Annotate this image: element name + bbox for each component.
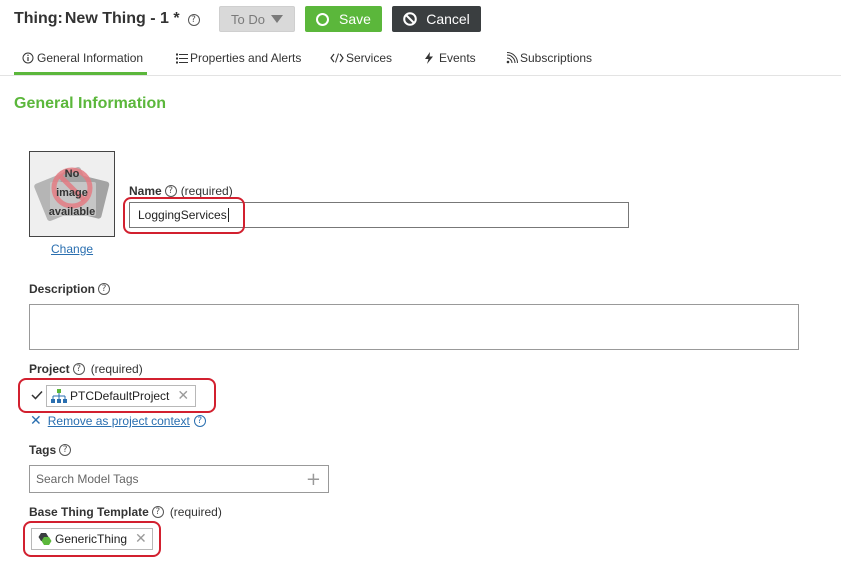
help-icon[interactable]: ?	[98, 283, 111, 295]
name-label: Name ? (required)	[129, 184, 233, 198]
tab-label: General Information	[37, 51, 144, 65]
todo-dropdown-button[interactable]: To Do	[219, 6, 295, 32]
tab-label: Properties and Alerts	[190, 51, 302, 65]
save-label: Save	[339, 11, 371, 27]
highlight-annotation	[123, 197, 245, 234]
entity-type-label: Thing:	[14, 10, 63, 27]
required-text: (required)	[90, 362, 143, 376]
cancel-button[interactable]: Cancel	[392, 6, 481, 32]
page-title: Thing: New Thing - 1 * ?	[14, 10, 200, 28]
tags-label: Tags ?	[29, 443, 75, 457]
change-image-link[interactable]: Change	[51, 242, 93, 256]
tab-general-information[interactable]: General Information	[14, 50, 172, 66]
cancel-label: Cancel	[426, 11, 470, 27]
project-label: Project ? (required)	[29, 362, 143, 376]
caret-down-icon	[270, 15, 283, 23]
tab-divider	[0, 75, 841, 76]
tab-services[interactable]: Services	[330, 50, 424, 66]
tags-placeholder: Search Model Tags	[36, 472, 139, 486]
save-button[interactable]: Save	[305, 6, 382, 32]
remove-project-context-link[interactable]: ✕ Remove as project context ?	[30, 413, 206, 429]
tab-events[interactable]: Events	[424, 50, 506, 66]
info-icon	[22, 52, 34, 64]
no-image-text: No image available	[48, 168, 96, 218]
base-thing-template-label: Base Thing Template ? (required)	[29, 505, 222, 519]
highlight-annotation	[18, 378, 216, 413]
remove-label: Remove as project context	[47, 414, 190, 428]
lightning-icon	[425, 52, 433, 64]
circle-icon	[316, 12, 330, 26]
help-icon[interactable]: ?	[72, 363, 85, 375]
tab-label: Services	[346, 51, 393, 65]
help-icon[interactable]: ?	[193, 415, 206, 427]
code-icon	[330, 53, 344, 63]
tab-properties-and-alerts[interactable]: Properties and Alerts	[172, 50, 330, 66]
tab-bar: General Information Properties and Alert…	[14, 50, 616, 74]
todo-label: To Do	[231, 11, 265, 27]
prohibited-icon	[403, 12, 418, 26]
list-icon	[176, 53, 188, 63]
help-icon[interactable]: ?	[151, 506, 164, 518]
required-text: (required)	[180, 184, 233, 198]
help-icon[interactable]: ?	[164, 185, 177, 197]
tab-label: Events	[439, 51, 476, 65]
thing-image: No image available	[29, 151, 115, 237]
section-title: General Information	[14, 95, 167, 112]
tab-label: Subscriptions	[520, 51, 593, 65]
entity-name: New Thing - 1 *	[64, 10, 180, 27]
search-tags-input[interactable]: Search Model Tags +	[29, 465, 329, 493]
highlight-annotation	[23, 521, 161, 557]
rss-icon	[506, 52, 518, 64]
help-icon[interactable]: ?	[59, 444, 72, 456]
required-text: (required)	[169, 505, 222, 519]
plus-icon[interactable]: +	[306, 469, 321, 490]
help-icon[interactable]: ?	[187, 14, 200, 26]
description-textarea[interactable]	[29, 304, 799, 350]
description-label: Description ?	[29, 282, 114, 296]
close-icon: ✕	[30, 413, 42, 429]
tab-subscriptions[interactable]: Subscriptions	[506, 50, 616, 66]
